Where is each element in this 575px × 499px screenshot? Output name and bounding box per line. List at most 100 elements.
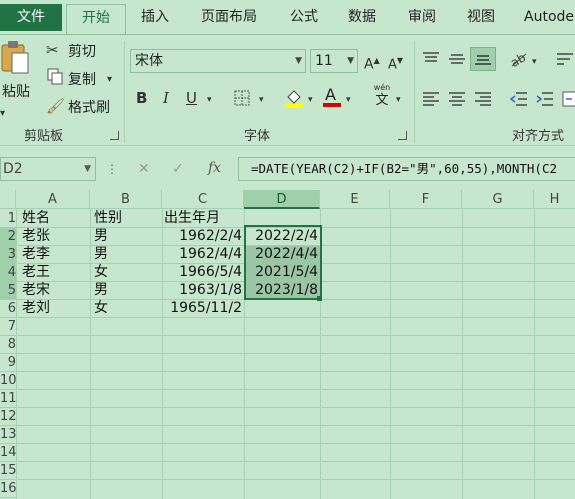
column-header-c[interactable]: C bbox=[162, 190, 244, 209]
row-header[interactable]: 4 bbox=[0, 263, 16, 282]
fill-color-icon[interactable] bbox=[284, 87, 304, 109]
phonetic-icon[interactable]: wén 文 bbox=[372, 83, 392, 111]
tab-autodesk[interactable]: Autode bbox=[518, 4, 575, 35]
cell-d5[interactable]: 2023/1/8 bbox=[244, 281, 320, 300]
paste-button[interactable]: 粘贴 bbox=[2, 81, 30, 101]
row-header[interactable]: 3 bbox=[0, 245, 16, 264]
paste-icon[interactable] bbox=[0, 39, 32, 75]
row-header[interactable]: 9 bbox=[0, 353, 16, 372]
column-header-a[interactable]: A bbox=[16, 190, 90, 209]
align-left-icon[interactable] bbox=[422, 91, 440, 107]
decrease-indent-icon[interactable] bbox=[509, 91, 528, 107]
increase-indent-icon[interactable] bbox=[536, 91, 554, 107]
cell-a1[interactable]: 姓名 bbox=[22, 209, 50, 228]
underline-button[interactable]: U bbox=[186, 89, 197, 107]
cell-b2[interactable]: 男 bbox=[94, 227, 108, 246]
row-header[interactable]: 7 bbox=[0, 317, 16, 336]
align-top-icon[interactable] bbox=[422, 51, 440, 67]
cell-c4[interactable]: 1966/5/4 bbox=[162, 263, 244, 282]
row-header[interactable]: 8 bbox=[0, 335, 16, 354]
tab-file[interactable]: 文件 bbox=[0, 4, 62, 31]
italic-button[interactable]: I bbox=[163, 89, 169, 107]
decrease-font-icon[interactable]: A▼ bbox=[388, 52, 403, 74]
align-right-icon[interactable] bbox=[474, 91, 492, 107]
worksheet-grid[interactable]: A B C D E F G H 1 2 3 4 5 6 7 8 9 10 11 … bbox=[0, 190, 575, 499]
cut-button[interactable]: 剪切 bbox=[68, 41, 96, 61]
column-header-d[interactable]: D bbox=[244, 190, 320, 209]
row-header[interactable]: 1 bbox=[0, 209, 16, 228]
align-center-icon[interactable] bbox=[448, 91, 466, 107]
merge-center-icon[interactable] bbox=[562, 89, 575, 109]
row-header[interactable]: 11 bbox=[0, 389, 17, 408]
column-header-e[interactable]: E bbox=[320, 190, 390, 209]
cell-d4[interactable]: 2021/5/4 bbox=[244, 263, 320, 282]
column-header-g[interactable]: G bbox=[462, 190, 534, 209]
cut-icon[interactable]: ✂ bbox=[46, 41, 59, 59]
font-size-combo[interactable]: 11 ▼ bbox=[310, 49, 358, 73]
row-header[interactable]: 16 bbox=[0, 479, 17, 498]
row-header[interactable]: 2 bbox=[0, 227, 16, 246]
cell-c5[interactable]: 1963/1/8 bbox=[162, 281, 244, 300]
cell-c1[interactable]: 出生年月 bbox=[164, 209, 220, 228]
cell-a4[interactable]: 老王 bbox=[22, 263, 50, 282]
tab-view[interactable]: 视图 bbox=[456, 4, 506, 35]
paste-dropdown-icon[interactable]: ▾ bbox=[0, 105, 5, 123]
tab-page-layout[interactable]: 页面布局 bbox=[190, 4, 268, 35]
column-header-f[interactable]: F bbox=[390, 190, 462, 209]
wrap-text-icon[interactable] bbox=[556, 51, 574, 67]
cell-c3[interactable]: 1962/4/4 bbox=[162, 245, 244, 264]
bold-button[interactable]: B bbox=[136, 89, 147, 107]
cell-a5[interactable]: 老宋 bbox=[22, 281, 50, 300]
cell-c6[interactable]: 1965/11/2 bbox=[162, 299, 244, 318]
format-painter-button[interactable]: 格式刷 bbox=[68, 97, 110, 117]
phonetic-dropdown-icon[interactable]: ▾ bbox=[396, 91, 401, 109]
cell-d2[interactable]: 2022/2/4 bbox=[244, 227, 320, 246]
clipboard-launcher-icon[interactable] bbox=[110, 131, 119, 140]
copy-icon[interactable] bbox=[46, 67, 64, 85]
copy-button[interactable]: 复制 bbox=[68, 69, 96, 89]
cell-c2[interactable]: 1962/2/4 bbox=[162, 227, 244, 246]
name-box[interactable]: D2 ▼ bbox=[0, 157, 96, 181]
row-header[interactable]: 12 bbox=[0, 407, 17, 426]
row-header[interactable]: 14 bbox=[0, 443, 17, 462]
row-header[interactable]: 6 bbox=[0, 299, 16, 318]
tab-insert[interactable]: 插入 bbox=[130, 4, 180, 35]
tab-review[interactable]: 审阅 bbox=[398, 4, 446, 35]
cell-d3[interactable]: 2022/4/4 bbox=[244, 245, 320, 264]
borders-icon[interactable] bbox=[234, 90, 250, 106]
row-header[interactable]: 13 bbox=[0, 425, 17, 444]
tab-home[interactable]: 开始 bbox=[66, 4, 126, 35]
insert-function-icon[interactable]: fx bbox=[208, 159, 221, 177]
cell-b5[interactable]: 男 bbox=[94, 281, 108, 300]
tab-formulas[interactable]: 公式 bbox=[280, 4, 328, 35]
column-header-b[interactable]: B bbox=[90, 190, 162, 209]
orientation-icon[interactable]: ab bbox=[508, 49, 530, 70]
select-all-corner[interactable] bbox=[0, 190, 16, 209]
fill-color-dropdown-icon[interactable]: ▾ bbox=[308, 91, 313, 109]
cancel-icon[interactable]: ✕ bbox=[138, 160, 150, 178]
formula-input[interactable]: =DATE(YEAR(C2)+IF(B2="男",60,55),MONTH(C2 bbox=[238, 157, 575, 181]
cell-b4[interactable]: 女 bbox=[94, 263, 108, 282]
cell-a6[interactable]: 老刘 bbox=[22, 299, 50, 318]
underline-dropdown-icon[interactable]: ▾ bbox=[207, 91, 212, 109]
column-header-h[interactable]: H bbox=[534, 190, 575, 209]
font-name-combo[interactable]: 宋体 ▼ bbox=[130, 49, 306, 73]
align-bottom-button[interactable] bbox=[470, 47, 496, 71]
cell-b1[interactable]: 性别 bbox=[94, 209, 122, 228]
cell-a2[interactable]: 老张 bbox=[22, 227, 50, 246]
row-header[interactable]: 10 bbox=[0, 371, 17, 390]
align-middle-icon[interactable] bbox=[448, 51, 466, 67]
cell-b3[interactable]: 男 bbox=[94, 245, 108, 264]
increase-font-icon[interactable]: A▲ bbox=[364, 52, 380, 74]
cell-a3[interactable]: 老李 bbox=[22, 245, 50, 264]
format-painter-icon[interactable]: 🖌 bbox=[46, 97, 65, 115]
row-header[interactable]: 15 bbox=[0, 461, 17, 480]
font-color-icon[interactable]: A bbox=[322, 85, 342, 109]
enter-icon[interactable]: ✓ bbox=[172, 160, 184, 178]
row-header[interactable]: 5 bbox=[0, 281, 16, 300]
tab-data[interactable]: 数据 bbox=[338, 4, 386, 35]
font-color-dropdown-icon[interactable]: ▾ bbox=[346, 91, 351, 109]
cell-b6[interactable]: 女 bbox=[94, 299, 108, 318]
copy-dropdown-icon[interactable]: ▾ bbox=[107, 71, 112, 89]
orientation-dropdown-icon[interactable]: ▾ bbox=[532, 53, 537, 71]
